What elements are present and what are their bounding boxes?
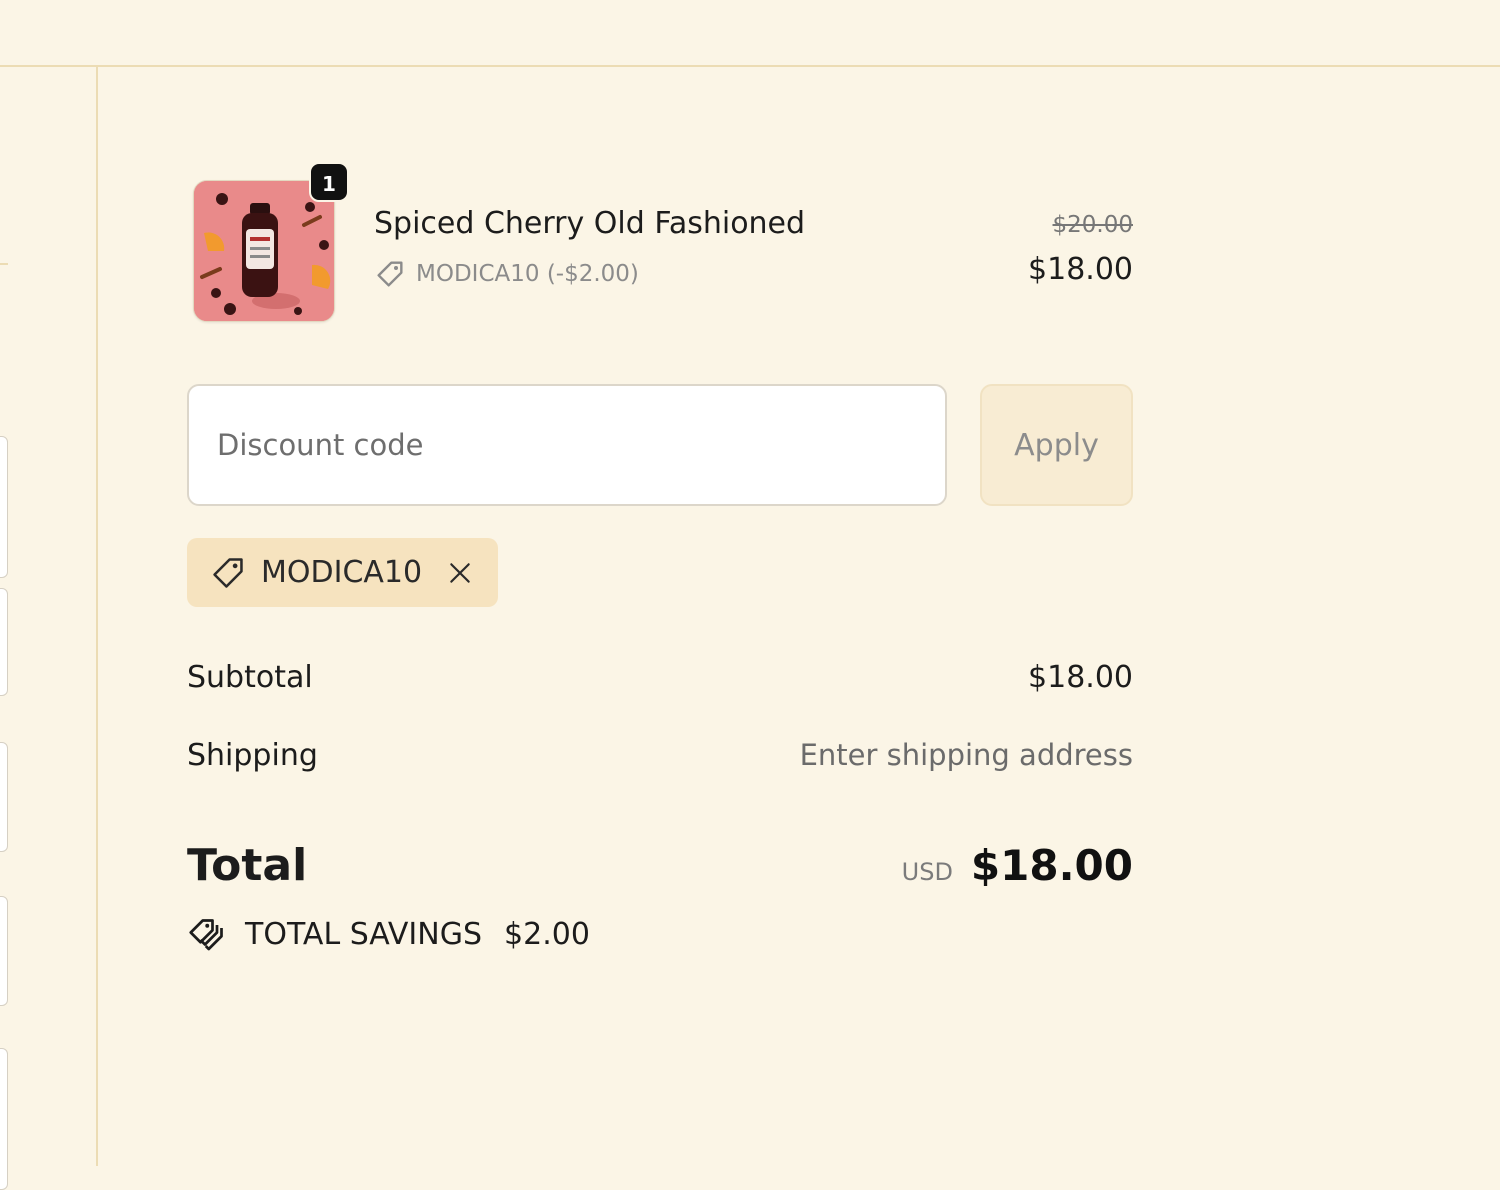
- divider: [0, 263, 8, 265]
- form-field[interactable]: [0, 436, 8, 578]
- applied-discount-code: MODICA10: [261, 555, 423, 590]
- form-field[interactable]: [0, 588, 8, 696]
- total-value: USD $18.00: [902, 841, 1133, 890]
- tag-icon: [213, 557, 243, 588]
- total-savings-value: $2.00: [504, 916, 590, 952]
- shipping-value: Enter shipping address: [799, 738, 1133, 772]
- shipping-label: Shipping: [187, 738, 318, 773]
- order-summary: 1 Spiced Cherry Old Fashioned MODICA10 (…: [187, 160, 1133, 506]
- product-name: Spiced Cherry Old Fashioned: [374, 206, 806, 241]
- line-item: 1 Spiced Cherry Old Fashioned MODICA10 (…: [187, 160, 1133, 328]
- quantity-badge: 1: [309, 162, 349, 202]
- form-field[interactable]: [0, 742, 8, 852]
- product-thumbnail-wrapper: 1: [193, 162, 349, 322]
- form-field[interactable]: [0, 1048, 8, 1190]
- line-item-discount: MODICA10 (-$2.00): [374, 258, 639, 290]
- discount-form: Apply: [187, 384, 1133, 506]
- total-row: Total USD $18.00: [187, 840, 1133, 891]
- item-price: $18.00: [1028, 252, 1133, 287]
- applied-discount-chip: MODICA10: [187, 538, 499, 607]
- subtotal-value: $18.00: [1028, 660, 1133, 695]
- product-thumbnail: [193, 180, 335, 322]
- close-icon: [450, 562, 470, 583]
- subtotal-label: Subtotal: [187, 660, 313, 695]
- line-item-discount-text: MODICA10 (-$2.00): [416, 261, 639, 287]
- original-price: $20.00: [1052, 212, 1133, 238]
- currency-code: USD: [901, 858, 953, 886]
- total-label: Total: [187, 840, 308, 891]
- remove-discount-button[interactable]: [444, 557, 476, 589]
- header-band: [0, 0, 1500, 67]
- form-field[interactable]: [0, 896, 8, 1006]
- total-savings-label: TOTAL SAVINGS: [245, 916, 483, 952]
- total-savings: TOTAL SAVINGS $2.00: [187, 916, 590, 952]
- shipping-row: Shipping Enter shipping address: [187, 738, 1133, 773]
- subtotal-row: Subtotal $18.00: [187, 660, 1133, 695]
- tag-icon: [377, 261, 403, 287]
- apply-button[interactable]: Apply: [980, 384, 1133, 506]
- product-image: [194, 181, 334, 321]
- checkout-form-column: [0, 67, 98, 1190]
- tags-icon: [189, 919, 223, 951]
- total-amount: $18.00: [970, 841, 1133, 890]
- discount-code-input[interactable]: [187, 384, 947, 506]
